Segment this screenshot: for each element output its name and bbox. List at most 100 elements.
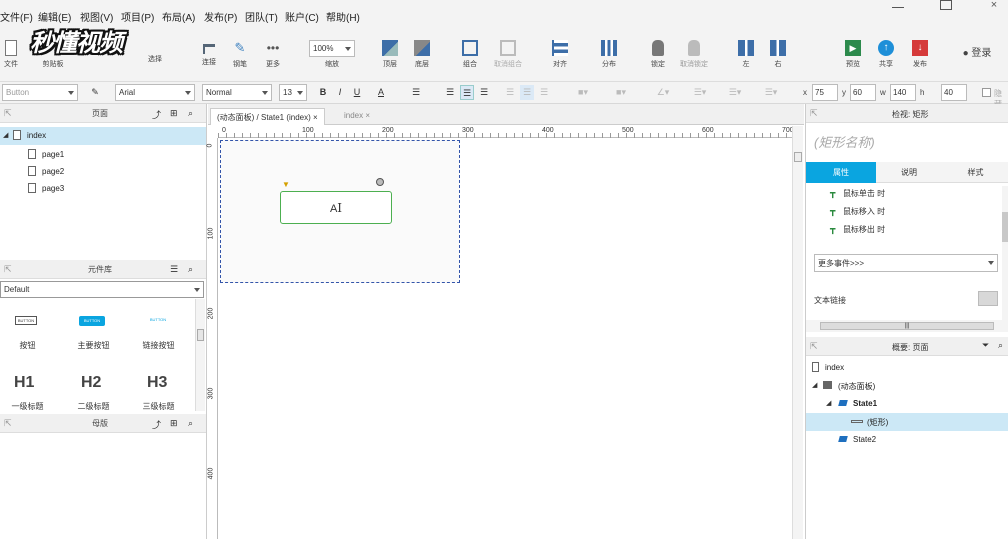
outline-item-state1[interactable]: ◢ State1 xyxy=(806,395,1008,413)
bullet-list-icon[interactable]: ☰ xyxy=(409,85,423,100)
pen-button[interactable]: ✎ 钢笔 xyxy=(229,40,251,69)
tab-style[interactable]: 样式 xyxy=(942,162,1008,183)
tree-item-page3[interactable]: page3 xyxy=(0,180,206,197)
fill-color-icon[interactable]: ■▾ xyxy=(570,85,596,100)
add-page-icon[interactable]: ⤴ xyxy=(152,108,162,120)
style-select[interactable]: Button xyxy=(2,84,78,101)
close-icon[interactable]: × xyxy=(313,113,318,122)
menu-icon[interactable]: ☰ xyxy=(170,264,180,274)
menu-view[interactable]: 视图(V) xyxy=(80,9,113,24)
outline-item-rectangle[interactable]: (矩形) xyxy=(806,413,1008,431)
y-field[interactable]: 60 xyxy=(850,84,876,101)
font-size-select[interactable]: 13 xyxy=(279,84,307,101)
rectangle-shape[interactable]: AI xyxy=(280,191,392,224)
event-onmouseout[interactable]: ┳ 鼠标移出 时 xyxy=(830,224,885,235)
outline-item-dynamic-panel[interactable]: ◢ (动态面板) xyxy=(806,377,1008,395)
widget-h3-thumb[interactable]: H3 xyxy=(147,374,167,392)
left-button[interactable]: 左 xyxy=(735,40,757,69)
collapse-icon[interactable]: ◢ xyxy=(826,399,831,407)
widget-primary-button-thumb[interactable]: BUTTON xyxy=(79,316,105,326)
collapse-icon[interactable]: ◢ xyxy=(812,381,817,389)
send-bottom-button[interactable]: 底层 xyxy=(410,40,434,69)
widget-h1-thumb[interactable]: H1 xyxy=(14,374,34,392)
scrollbar-thumb[interactable] xyxy=(794,152,802,162)
widget-button-thumb[interactable]: BUTTON xyxy=(15,316,37,325)
lock-button[interactable]: 锁定 xyxy=(646,40,670,69)
scrollbar-thumb[interactable] xyxy=(197,329,204,341)
shadow-icon[interactable]: ■▾ xyxy=(608,85,634,100)
x-field[interactable]: 75 xyxy=(812,84,838,101)
unlock-button[interactable]: 取消锁定 xyxy=(676,40,712,69)
tab-state1[interactable]: (动态面板) / State1 (index) × xyxy=(210,108,325,125)
width-field[interactable]: 140 xyxy=(890,84,916,101)
tree-item-page1[interactable]: page1 xyxy=(0,146,206,163)
tree-item-page2[interactable]: page2 xyxy=(0,163,206,180)
inspector-hscrollbar[interactable]: ||| xyxy=(806,320,1008,332)
bold-icon[interactable]: B xyxy=(316,85,330,100)
align-text-left-icon[interactable]: ☰ xyxy=(443,85,457,100)
line-style-icon[interactable]: ☰▾ xyxy=(722,85,748,100)
widget-link-button-thumb[interactable]: BUTTON xyxy=(145,317,171,322)
font-select[interactable]: Arial xyxy=(115,84,195,101)
ungroup-button[interactable]: 取消组合 xyxy=(490,40,526,69)
add-master-icon[interactable]: ⤴ xyxy=(152,418,162,430)
inspector-scrollbar[interactable] xyxy=(1002,186,1008,320)
menu-project[interactable]: 项目(P) xyxy=(121,9,154,24)
library-scrollbar[interactable] xyxy=(195,299,205,411)
close-icon[interactable]: × xyxy=(365,111,370,120)
align-text-center-icon[interactable]: ☰ xyxy=(460,85,474,100)
more-button[interactable]: ••• 更多 xyxy=(260,40,286,69)
collapse-icon[interactable]: ◢ xyxy=(3,131,8,139)
canvas-scrollbar[interactable] xyxy=(792,126,803,539)
login-button[interactable]: ● 登录 xyxy=(955,44,999,59)
shape-name-field[interactable]: (矩形名称) xyxy=(814,132,875,151)
select-button[interactable]: 选择 xyxy=(138,54,172,64)
search-icon[interactable]: ⌕ xyxy=(998,340,1003,351)
menu-account[interactable]: 账户(C) xyxy=(285,9,319,24)
scrollbar-thumb[interactable]: ||| xyxy=(820,322,994,330)
right-button[interactable]: 右 xyxy=(767,40,789,69)
search-icon[interactable]: ⌕ xyxy=(188,418,198,428)
minimize-icon[interactable] xyxy=(892,2,904,8)
event-onmouseenter[interactable]: ┳ 鼠标移入 时 xyxy=(830,206,885,217)
align-text-right-icon[interactable]: ☰ xyxy=(477,85,491,100)
corner-radius-handle[interactable] xyxy=(376,178,384,186)
connect-button[interactable]: 连接 xyxy=(198,40,220,67)
height-field[interactable]: 40 xyxy=(941,84,967,101)
line-width-icon[interactable]: ☰▾ xyxy=(687,85,713,100)
zoom-select[interactable]: 100% xyxy=(309,40,355,57)
align-button[interactable]: 对齐 xyxy=(545,40,575,69)
menu-team[interactable]: 团队(T) xyxy=(245,9,278,24)
file-button[interactable]: 文件 xyxy=(2,40,20,69)
underline-icon[interactable]: U xyxy=(350,85,364,100)
valign-middle-icon[interactable]: ☰ xyxy=(520,85,534,100)
preview-button[interactable]: ▶ 预览 xyxy=(841,40,865,69)
menu-edit[interactable]: 编辑(E) xyxy=(38,9,71,24)
scrollbar-thumb[interactable] xyxy=(1002,212,1008,242)
font-weight-select[interactable]: Normal xyxy=(202,84,272,101)
outline-item-state2[interactable]: State2 xyxy=(806,431,1008,449)
search-icon[interactable]: ⌕ xyxy=(188,108,198,118)
distribute-button[interactable]: 分布 xyxy=(594,40,624,69)
publish-button[interactable]: ↓ 发布 xyxy=(905,40,935,69)
widget-h2-thumb[interactable]: H2 xyxy=(81,374,101,392)
line-color-icon[interactable]: ∠▾ xyxy=(650,85,676,100)
tree-item-index[interactable]: ◢ index xyxy=(0,127,206,145)
add-folder-icon[interactable]: ⊞ xyxy=(170,418,180,428)
group-button[interactable]: 组合 xyxy=(458,40,482,69)
close-icon[interactable]: × xyxy=(988,0,1000,11)
library-select[interactable]: Default xyxy=(0,281,204,298)
tab-properties[interactable]: 属性 xyxy=(806,162,876,183)
italic-icon[interactable]: I xyxy=(333,85,347,100)
text-link-button[interactable] xyxy=(978,291,998,306)
tab-notes[interactable]: 说明 xyxy=(876,162,942,183)
outline-item-index[interactable]: index xyxy=(806,359,1008,377)
menu-layout[interactable]: 布局(A) xyxy=(162,9,195,24)
menu-publish[interactable]: 发布(P) xyxy=(204,9,237,24)
valign-top-icon[interactable]: ☰ xyxy=(503,85,517,100)
format-painter-icon[interactable]: ✎ xyxy=(88,85,102,100)
menu-file[interactable]: 文件(F) xyxy=(0,9,33,24)
rotate-handle-icon[interactable]: ▼ xyxy=(282,180,290,189)
font-color-icon[interactable]: A xyxy=(374,85,388,100)
search-icon[interactable]: ⌕ xyxy=(188,264,198,274)
